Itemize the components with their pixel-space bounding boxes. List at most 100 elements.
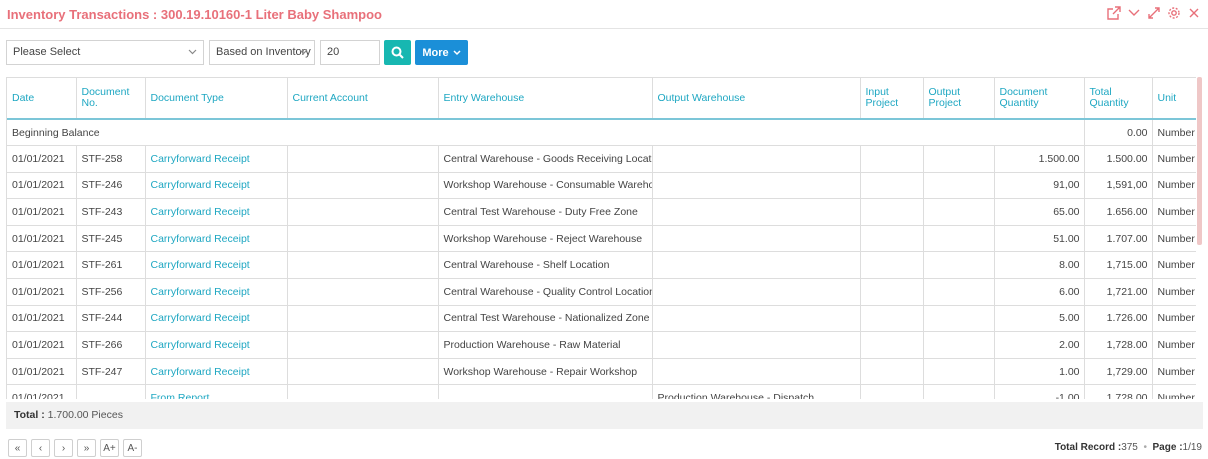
table-cell: 1,721.00: [1084, 278, 1153, 306]
table-cell: [287, 198, 439, 226]
table-cell: [652, 278, 861, 306]
table-row[interactable]: 01/01/2021 From Report Production Warehous…: [7, 384, 1196, 399]
table-cell: Number: [1152, 225, 1196, 253]
table-cell: Central Warehouse - Shelf Location: [438, 251, 653, 280]
table-cell: Number: [1152, 278, 1196, 306]
separator: •: [1143, 442, 1147, 453]
table-cell[interactable]: Carryforward Receipt: [145, 251, 288, 280]
table-cell[interactable]: Carryforward Receipt: [145, 358, 288, 386]
beginning-balance-total: 0.00: [1084, 119, 1153, 147]
close-icon[interactable]: [1186, 5, 1202, 21]
table-cell[interactable]: Carryforward Receipt: [145, 145, 288, 173]
table-row[interactable]: 01/01/2021 STF-246 Carryforward Receipt Wor…: [7, 172, 1196, 200]
column-header[interactable]: Date: [7, 78, 77, 120]
chevron-down-icon[interactable]: [1126, 5, 1142, 21]
font-decrease-button[interactable]: A-: [123, 439, 142, 457]
table-cell: Central Warehouse - Quality Control Loca…: [438, 278, 653, 306]
table-cell: 2.00: [994, 331, 1085, 359]
chevron-down-icon: [453, 49, 461, 55]
table-cell: [287, 384, 439, 399]
table-cell: Production Warehouse - Raw Material: [438, 331, 653, 359]
table-cell: [287, 331, 439, 359]
font-increase-button[interactable]: A+: [100, 439, 119, 457]
table-cell[interactable]: Carryforward Receipt: [145, 278, 288, 306]
table-cell: [652, 225, 861, 253]
gear-icon[interactable]: [1166, 5, 1182, 21]
filter-select-value: Please Select: [13, 46, 81, 58]
table-cell[interactable]: Carryforward Receipt: [145, 225, 288, 253]
table-cell: Number: [1152, 331, 1196, 359]
table-row[interactable]: 01/01/2021 STF-261 Carryforward Receipt Cen…: [7, 251, 1196, 280]
column-header[interactable]: Total Quantity: [1084, 78, 1153, 120]
table-cell: STF-256: [76, 278, 146, 306]
table-cell[interactable]: Carryforward Receipt: [145, 198, 288, 226]
total-label: Total :: [14, 409, 45, 421]
last-page-button[interactable]: »: [77, 439, 96, 457]
table-row[interactable]: 01/01/2021 STF-244 Carryforward Receipt Cen…: [7, 305, 1196, 333]
table-cell: Workshop Warehouse - Consumable Warehous…: [438, 172, 653, 200]
table-cell: 01/01/2021: [7, 278, 77, 306]
column-header[interactable]: Output Warehouse: [652, 78, 861, 120]
table-row[interactable]: 01/01/2021 STF-266 Carryforward Receipt Pro…: [7, 331, 1196, 359]
column-header[interactable]: Document Type: [145, 78, 288, 120]
search-button[interactable]: [384, 40, 411, 65]
external-link-icon[interactable]: [1106, 5, 1122, 21]
table-row[interactable]: 01/01/2021 STF-245 Carryforward Receipt Wor…: [7, 225, 1196, 253]
table-cell: Workshop Warehouse - Repair Workshop: [438, 358, 653, 386]
table-row[interactable]: 01/01/2021 STF-256 Carryforward Receipt Cen…: [7, 278, 1196, 306]
table-cell: 1.656.00: [1084, 198, 1153, 226]
panel-header: Inventory Transactions : 300.19.10160-1 …: [0, 0, 1208, 29]
table-cell: [652, 198, 861, 226]
beginning-balance-unit: Number: [1152, 119, 1196, 147]
table-cell: [923, 251, 995, 280]
table-cell: 1.00: [994, 358, 1085, 386]
column-header[interactable]: Unit: [1152, 78, 1196, 120]
column-header[interactable]: Entry Warehouse: [438, 78, 653, 120]
table-cell: [287, 358, 439, 386]
column-header[interactable]: Document No.: [76, 78, 146, 120]
table-cell: [652, 145, 861, 173]
more-button[interactable]: More: [415, 40, 468, 65]
table-cell: [287, 225, 439, 253]
table-cell: 8.00: [994, 251, 1085, 280]
table-cell: [652, 172, 861, 200]
basis-select[interactable]: Based on Inventory: [209, 40, 315, 65]
table-cell: 1.707.00: [1084, 225, 1153, 253]
first-page-button[interactable]: «: [8, 439, 27, 457]
table-cell: 01/01/2021: [7, 172, 77, 200]
table-cell: [287, 251, 439, 280]
prev-page-button[interactable]: ‹: [31, 439, 50, 457]
table-cell: [652, 331, 861, 359]
table-cell: [860, 225, 924, 253]
table-cell: STF-246: [76, 172, 146, 200]
column-header[interactable]: Input Project: [860, 78, 924, 120]
row-count-input[interactable]: 20: [320, 40, 380, 65]
column-header[interactable]: Document Quantity: [994, 78, 1085, 120]
header-actions: [1106, 5, 1202, 21]
expand-icon[interactable]: [1146, 5, 1162, 21]
table-cell: [860, 278, 924, 306]
column-header[interactable]: Current Account: [287, 78, 439, 120]
total-record-value: 375: [1121, 442, 1138, 453]
table-row[interactable]: 01/01/2021 STF-247 Carryforward Receipt Wor…: [7, 358, 1196, 386]
table-cell: [860, 172, 924, 200]
table-cell[interactable]: Carryforward Receipt: [145, 305, 288, 333]
table-cell: [860, 145, 924, 173]
table-row[interactable]: 01/01/2021 STF-258 Carryforward Receipt Cen…: [7, 145, 1196, 173]
table-row[interactable]: 01/01/2021 STF-243 Carryforward Receipt Cen…: [7, 198, 1196, 226]
table-cell: [860, 305, 924, 333]
vertical-scrollbar[interactable]: [1197, 77, 1202, 245]
table-cell[interactable]: Carryforward Receipt: [145, 331, 288, 359]
table-cell: [923, 198, 995, 226]
table-cell[interactable]: From Report: [145, 384, 288, 399]
table-cell: Central Test Warehouse - Duty Free Zone: [438, 198, 653, 226]
next-page-button[interactable]: ›: [54, 439, 73, 457]
basis-select-value: Based on Inventory: [216, 46, 311, 58]
table-cell: [287, 172, 439, 200]
pager: « ‹ › » A+ A-: [8, 439, 142, 457]
column-header[interactable]: Output Project: [923, 78, 995, 120]
table-cell[interactable]: Carryforward Receipt: [145, 172, 288, 200]
filter-toolbar: Please Select Based on Inventory 20 More: [0, 40, 1208, 66]
filter-select[interactable]: Please Select: [6, 40, 204, 65]
table-header-row: Date Document No. Document Type Current …: [7, 78, 1196, 120]
